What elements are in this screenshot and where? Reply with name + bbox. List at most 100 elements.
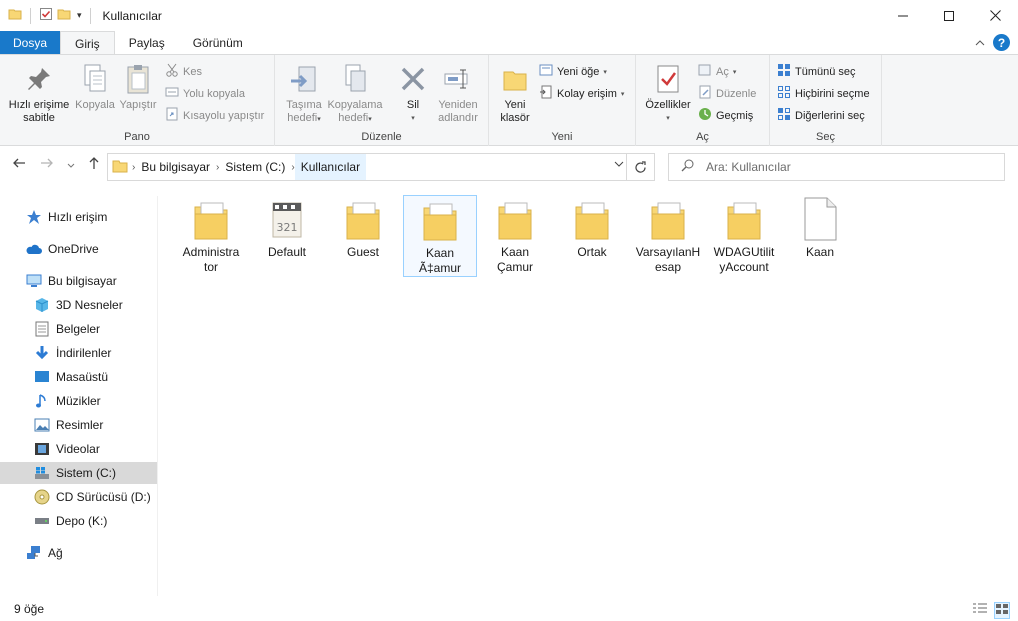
paste-button[interactable]: Yapıştır [117,61,159,112]
breadcrumb-users[interactable]: Kullanıcılar [294,154,367,180]
group-yeni: Yeni klasör Yeni öğe ▾ Kolay erişim ▾ Yeni [489,55,636,146]
copy-to-icon [325,61,385,97]
nav-label: Bu bilgisayar [48,274,117,288]
properties-button[interactable]: Özellikler ▾ [640,61,696,125]
nav-cd-drive[interactable]: CD Sürücüsü (D:) [0,486,157,508]
open-label: Aç [716,65,729,78]
nav-desktop[interactable]: Masaüstü [0,366,157,388]
search-input[interactable]: Ara: Kullanıcılar [668,153,1005,181]
folder-item[interactable]: WDAGUtilit yAccount [707,195,781,277]
invert-selection-button[interactable]: Diğerlerini seç [777,107,865,124]
move-to-icon [279,61,329,97]
new-folder-button[interactable]: Yeni klasör [493,61,537,125]
nav-label: Ağ [48,546,63,560]
film-icon [34,441,50,457]
address-bar[interactable]: › Bu bilgisayar › Sistem (C:) › Kullanıc… [107,153,655,181]
nav-quick-access[interactable]: Hızlı erişim [0,206,157,228]
open-button[interactable]: Aç ▾ [698,63,736,80]
folder-item[interactable]: 321 Default [250,195,324,277]
rename-label: Yeniden adlandır [438,99,478,124]
nav-depo-k[interactable]: Depo (K:) [0,510,157,532]
minimize-button[interactable] [880,0,926,31]
group-label-yeni: Yeni [551,131,573,143]
tab-home[interactable]: Giriş [60,31,115,55]
folder-item[interactable]: Guest [326,195,400,277]
tab-view[interactable]: Görünüm [179,31,257,55]
new-folder-qa-icon[interactable] [57,7,71,24]
folder-item[interactable]: Ortak [555,195,629,277]
copy-path-button[interactable]: Yolu kopyala [165,85,245,102]
maximize-button[interactable] [926,0,972,31]
nav-system-c[interactable]: Sistem (C:) [0,462,157,484]
file-list: Administra tor 321 Default Guest Kaan Ã‡… [166,190,1011,590]
history-label: Geçmiş [716,109,754,122]
folder-icon [112,159,128,176]
copy-button[interactable]: Kopyala [74,61,116,112]
refresh-icon[interactable] [626,154,654,180]
details-view-icon[interactable] [972,602,988,619]
copy-to-button[interactable]: Kopyalama hedefi▾ [325,61,385,126]
folder-item[interactable]: Kaan Çamur [478,195,552,277]
tab-file[interactable]: Dosya [0,31,61,55]
forward-arrow-icon[interactable] [40,156,54,173]
select-none-button[interactable]: Hiçbirini seçme [777,85,870,102]
customize-qa-icon[interactable]: ▾ [77,10,82,21]
back-arrow-icon[interactable] [12,156,26,173]
collapse-ribbon-icon[interactable] [975,36,985,50]
pin-quick-access-button[interactable]: Hızlı erişime sabitle [4,61,74,125]
easy-access-button[interactable]: Kolay erişim ▾ [539,85,624,102]
chevron-down-icon[interactable] [614,160,624,171]
properties-qa-icon[interactable] [39,7,53,24]
cut-button[interactable]: Kes [165,63,202,80]
nav-videos[interactable]: Videolar [0,438,157,460]
history-button[interactable]: Geçmiş [698,107,753,124]
file-name: Kaan [805,245,835,259]
folder-item-selected[interactable]: Kaan Ã‡amur [403,195,477,277]
edit-button[interactable]: Düzenle [698,85,756,102]
network-icon [26,545,42,561]
download-arrow-icon [34,345,50,361]
nav-3d-objects[interactable]: 3D Nesneler [0,294,157,316]
nav-pictures[interactable]: Resimler [0,414,157,436]
nav-onedrive[interactable]: OneDrive [0,238,157,260]
breadcrumb-this-pc[interactable]: Bu bilgisayar [135,154,216,180]
file-name: Ortak [577,245,607,259]
folder-icon [8,7,22,24]
breadcrumb-system-c[interactable]: Sistem (C:) [219,154,291,180]
large-icons-view-icon[interactable] [994,602,1010,619]
nav-music[interactable]: Müzikler [0,390,157,412]
edit-icon [698,85,712,102]
nav-network[interactable]: Ağ [0,542,157,564]
close-button[interactable] [972,0,1018,31]
folder-icon [631,195,705,241]
recent-locations-icon[interactable] [66,158,76,174]
move-to-button[interactable]: Taşıma hedefi▾ [279,61,329,126]
quick-access-toolbar: ▾ [0,7,95,24]
rename-button[interactable]: Yeniden adlandır [433,61,483,125]
delete-dropdown-icon[interactable]: ▾ [393,112,433,125]
folder-item[interactable]: Administra tor [174,195,248,277]
folder-icon [326,195,400,241]
nav-documents[interactable]: Belgeler [0,318,157,340]
group-ac: Özellikler ▾ Aç ▾ Düzenle Geçmiş Aç [636,55,770,146]
properties-icon [640,61,696,97]
copy-label: Kopyala [75,99,115,111]
nav-this-pc[interactable]: Bu bilgisayar [0,270,157,292]
up-arrow-icon[interactable] [87,156,101,173]
delete-button[interactable]: Sil ▾ [393,61,433,125]
select-all-button[interactable]: Tümünü seç [777,63,856,80]
nav-downloads[interactable]: İndirilenler [0,342,157,364]
folder-item[interactable]: VarsayılanH esap [631,195,705,277]
help-icon[interactable]: ? [993,34,1010,51]
file-item[interactable]: Kaan [783,195,857,277]
svg-text:321: 321 [277,221,298,234]
properties-dropdown-icon[interactable]: ▾ [640,112,696,125]
rename-icon [433,61,483,97]
computer-icon [26,273,42,289]
paste-shortcut-button[interactable]: Kısayolu yapıştır [165,107,264,124]
group-label-pano: Pano [124,131,150,143]
status-bar: 9 öğe [0,596,1018,621]
new-item-button[interactable]: Yeni öğe ▾ [539,63,607,80]
tab-share[interactable]: Paylaş [115,31,179,55]
paste-shortcut-icon [165,107,179,124]
